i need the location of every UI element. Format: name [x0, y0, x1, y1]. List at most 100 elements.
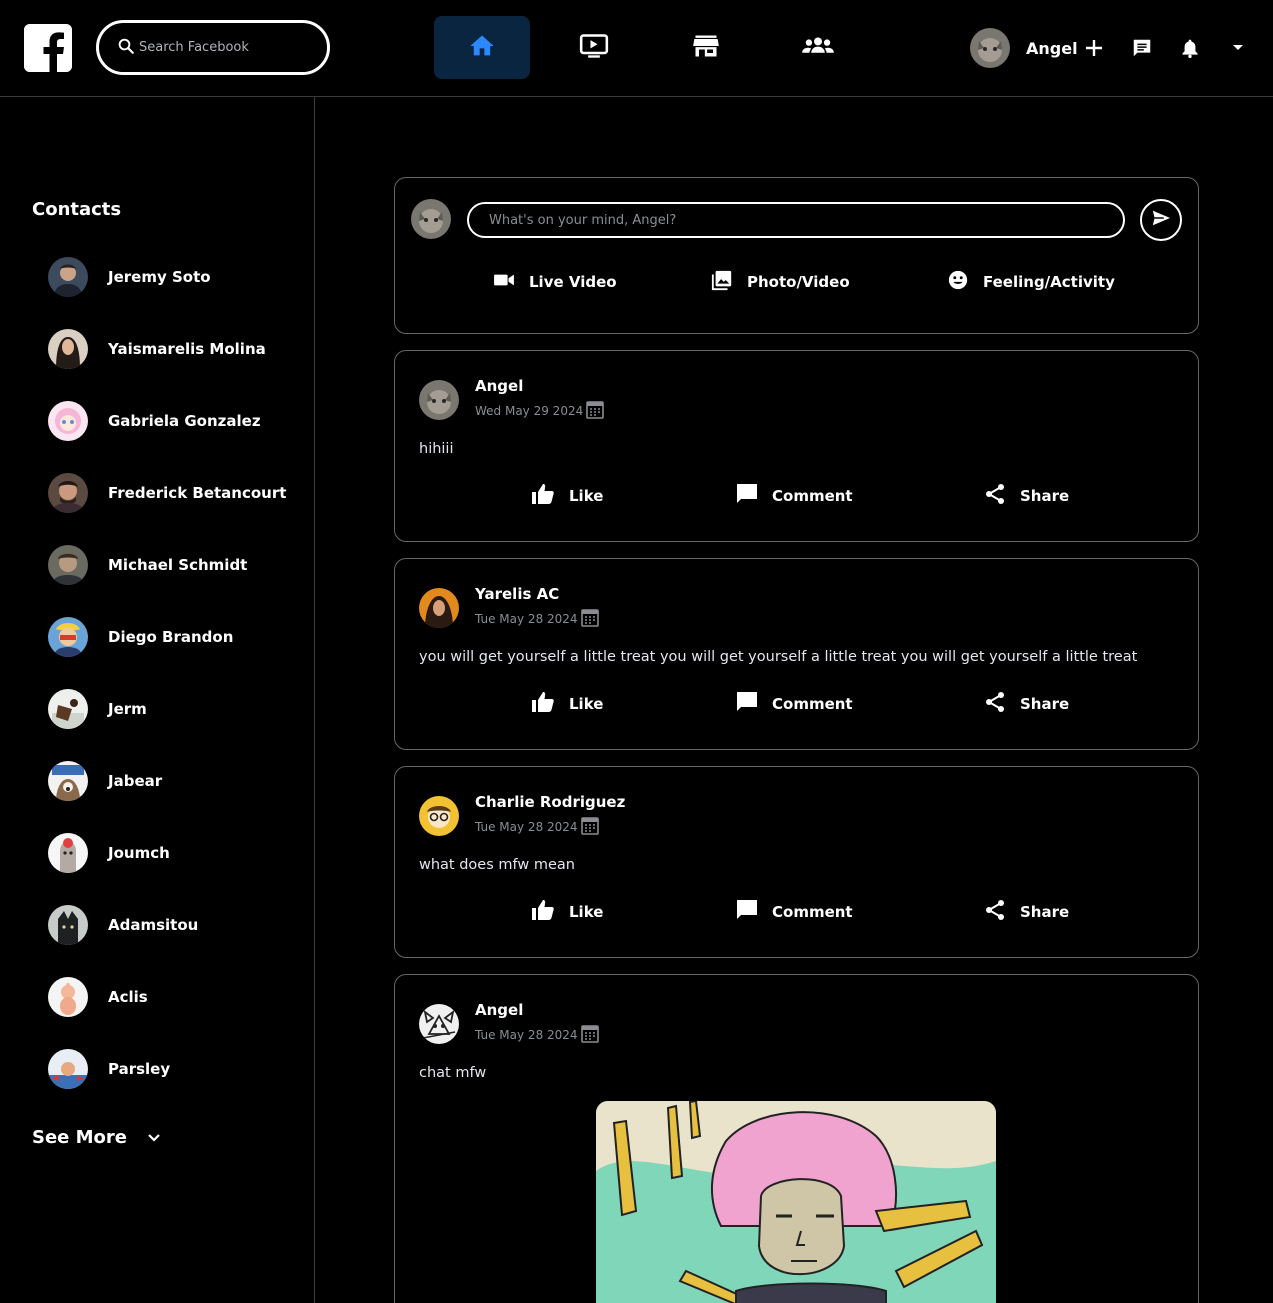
avatar[interactable] — [419, 587, 459, 628]
avatar[interactable] — [419, 379, 459, 420]
comment-icon — [736, 691, 758, 717]
live-video-button[interactable]: Live Video — [493, 270, 617, 294]
contact-item[interactable]: Adamsitou — [48, 905, 198, 945]
comment-button[interactable]: Comment — [736, 483, 853, 509]
share-icon — [984, 483, 1006, 509]
contact-name: Joumch — [108, 844, 170, 862]
contact-item[interactable]: Joumch — [48, 833, 170, 873]
contact-name: Jabear — [108, 772, 163, 790]
contact-item[interactable]: Jabear — [48, 761, 162, 801]
video-camera-icon — [493, 271, 515, 293]
avatar — [48, 977, 88, 1017]
status-input[interactable] — [467, 202, 1125, 238]
comment-button[interactable]: Comment — [736, 691, 853, 717]
search-box[interactable] — [96, 20, 330, 75]
post-text: you will get yourself a little treat you… — [419, 649, 1138, 665]
contact-name: Aclis — [108, 988, 148, 1006]
feeling-activity-button[interactable]: Feeling/Activity — [947, 270, 1115, 294]
share-label: Share — [1020, 903, 1070, 921]
photo-video-label: Photo/Video — [747, 273, 850, 291]
avatar[interactable] — [419, 1003, 459, 1044]
contact-item[interactable]: Jerm — [48, 689, 147, 729]
contact-name: Yaismarelis Molina — [108, 340, 266, 358]
contact-item[interactable]: Yaismarelis Molina — [48, 329, 266, 369]
like-label: Like — [569, 695, 604, 713]
account-dropdown-icon[interactable] — [1226, 36, 1250, 60]
comment-button[interactable]: Comment — [736, 899, 853, 925]
contact-name: Frederick Betancourt — [108, 484, 287, 502]
comment-icon — [736, 483, 758, 509]
like-button[interactable]: Like — [531, 691, 603, 717]
search-icon — [117, 37, 135, 59]
contact-item[interactable]: Michael Schmidt — [48, 545, 247, 585]
contact-name: Michael Schmidt — [108, 556, 248, 574]
comment-label: Comment — [772, 695, 853, 713]
messenger-icon[interactable] — [1130, 36, 1154, 60]
home-tab[interactable] — [434, 16, 530, 79]
post-card: Angel Tue May 28 2024 chat mfw — [394, 974, 1199, 1303]
avatar — [48, 617, 88, 657]
share-button[interactable]: Share — [984, 899, 1069, 925]
post-card: Charlie Rodriguez Tue May 28 2024 what d… — [394, 766, 1199, 958]
create-plus-icon[interactable] — [1082, 36, 1106, 60]
marketplace-tab[interactable] — [658, 16, 754, 79]
see-more-button[interactable]: See More — [32, 1127, 161, 1148]
contact-item[interactable]: Jeremy Soto — [48, 257, 211, 297]
contact-item[interactable]: Diego Brandon — [48, 617, 233, 657]
avatar — [48, 761, 88, 801]
comment-label: Comment — [772, 487, 853, 505]
share-button[interactable]: Share — [984, 483, 1069, 509]
post-text: what does mfw mean — [419, 857, 575, 873]
calendar-icon — [578, 607, 599, 630]
post-author[interactable]: Angel — [475, 1001, 599, 1019]
notifications-bell-icon[interactable] — [1178, 36, 1202, 60]
share-button[interactable]: Share — [984, 691, 1069, 717]
comment-label: Comment — [772, 903, 853, 921]
post-date: Tue May 28 2024 — [475, 607, 599, 630]
photo-video-button[interactable]: Photo/Video — [711, 270, 850, 294]
like-button[interactable]: Like — [531, 899, 603, 925]
thumbs-up-icon — [531, 899, 555, 925]
contact-name: Adamsitou — [108, 916, 199, 934]
live-video-label: Live Video — [529, 273, 617, 291]
sidebar: Contacts Jeremy Soto Yaismarelis Molina … — [0, 97, 315, 1303]
contact-name: Parsley — [108, 1060, 171, 1078]
avatar — [970, 28, 1010, 68]
post-header: Angel Tue May 28 2024 — [419, 1001, 599, 1046]
post-date-text: Tue May 28 2024 — [475, 611, 578, 626]
post-date: Tue May 28 2024 — [475, 815, 625, 838]
post-actions: Like Comment Share — [395, 691, 1200, 721]
post-date-text: Wed May 29 2024 — [475, 403, 584, 418]
send-button[interactable] — [1140, 199, 1182, 241]
search-input[interactable] — [139, 40, 314, 55]
contact-name: Jeremy Soto — [108, 268, 211, 286]
facebook-logo-icon[interactable] — [24, 24, 72, 72]
post-author[interactable]: Angel — [475, 377, 604, 395]
see-more-label: See More — [32, 1127, 128, 1148]
watch-tab[interactable] — [546, 16, 642, 79]
avatar — [48, 905, 88, 945]
thumbs-up-icon — [531, 691, 555, 717]
contact-item[interactable]: Parsley — [48, 1049, 170, 1089]
post-actions: Like Comment Share — [395, 899, 1200, 929]
avatar — [48, 545, 88, 585]
contact-item[interactable]: Aclis — [48, 977, 148, 1017]
like-button[interactable]: Like — [531, 483, 603, 509]
post-author[interactable]: Yarelis AC — [475, 585, 599, 603]
groups-tab[interactable] — [770, 16, 866, 79]
top-bar: Angel — [0, 0, 1273, 97]
post-header: Angel Wed May 29 2024 — [419, 377, 605, 422]
avatar[interactable] — [419, 795, 459, 836]
photo-library-icon — [711, 269, 733, 295]
share-icon — [984, 691, 1006, 717]
contact-item[interactable]: Frederick Betancourt — [48, 473, 286, 513]
post-text: hihiii — [419, 441, 454, 457]
post-author[interactable]: Charlie Rodriguez — [475, 793, 625, 811]
post-date-text: Tue May 28 2024 — [475, 819, 578, 834]
chevron-down-icon — [147, 1127, 161, 1148]
post-image[interactable] — [596, 1101, 996, 1303]
post-text: chat mfw — [419, 1065, 487, 1081]
profile-button[interactable]: Angel — [970, 28, 1078, 68]
contact-item[interactable]: Gabriela Gonzalez — [48, 401, 261, 441]
contact-name: Gabriela Gonzalez — [108, 412, 261, 430]
